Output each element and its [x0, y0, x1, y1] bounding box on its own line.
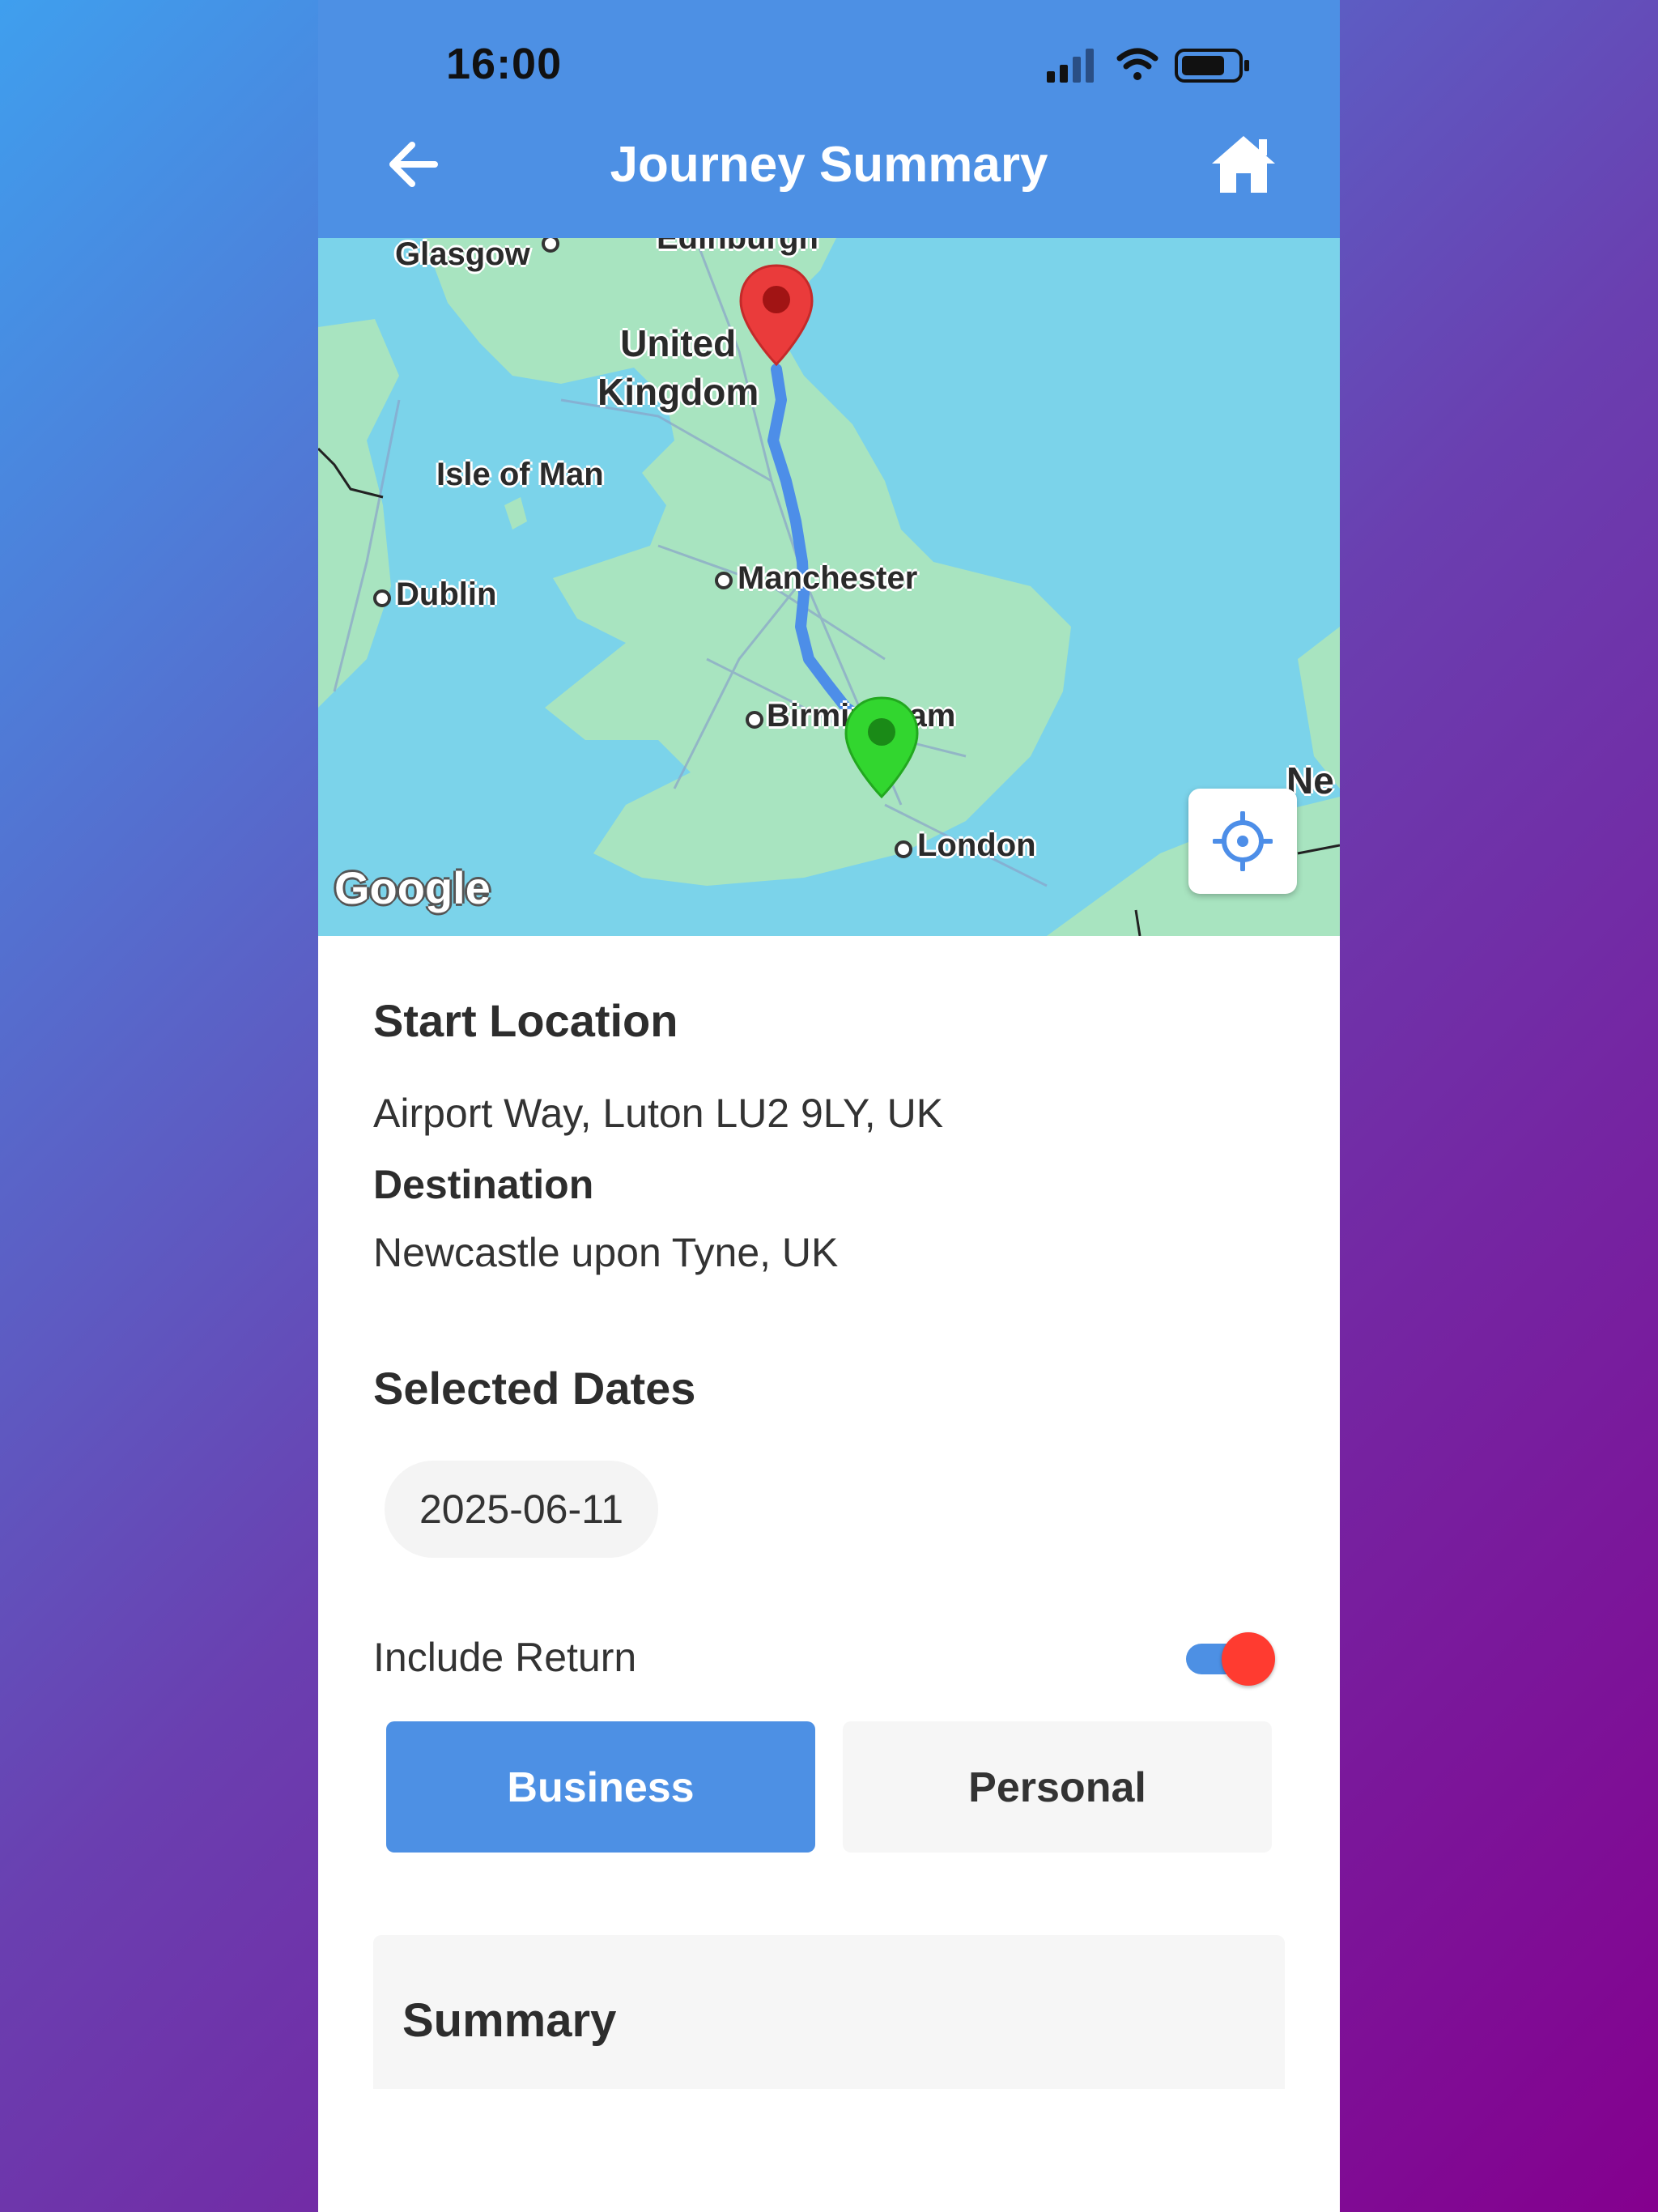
start-location-value: Airport Way, Luton LU2 9LY, UK: [373, 1091, 944, 1136]
signal-icon: [1047, 49, 1094, 83]
destination-pin-icon[interactable]: [738, 262, 815, 368]
personal-button[interactable]: Personal: [843, 1721, 1272, 1853]
destination-value: Newcastle upon Tyne, UK: [373, 1230, 839, 1275]
business-button[interactable]: Business: [386, 1721, 815, 1853]
summary-card: Summary: [373, 1935, 1285, 2089]
include-return-label: Include Return: [373, 1635, 637, 1680]
map-label-manchester: Manchester: [738, 560, 918, 596]
city-dot-birmingham: [746, 711, 763, 729]
selected-dates-heading: Selected Dates: [373, 1363, 696, 1414]
home-icon[interactable]: [1210, 133, 1277, 194]
destination-heading: Destination: [373, 1162, 594, 1207]
google-logo: Google: [334, 862, 491, 913]
phone-screen: 16:00 Journey Summary Glasgow Edinburgh …: [318, 0, 1340, 2212]
map-label-glasgow: Glasgow: [395, 238, 530, 272]
start-location-heading: Start Location: [373, 995, 678, 1046]
start-pin-icon[interactable]: [843, 695, 920, 800]
include-return-toggle[interactable]: [1186, 1632, 1275, 1686]
crosshair-icon: [1213, 811, 1273, 871]
city-dot-manchester: [715, 572, 733, 589]
toggle-knob: [1222, 1632, 1275, 1686]
wifi-icon: [1116, 48, 1158, 80]
map-label-isle-of-man: Isle of Man: [436, 457, 604, 492]
battery-icon: [1175, 49, 1249, 83]
map-label-edinburgh: Edinburgh: [657, 238, 818, 256]
my-location-button[interactable]: [1188, 789, 1297, 894]
map-label-uk: United Kingdom: [597, 322, 759, 413]
route-map[interactable]: Glasgow Edinburgh United Kingdom Isle of…: [318, 238, 1340, 936]
map-label-london: London: [917, 827, 1036, 863]
summary-heading: Summary: [402, 1994, 617, 2047]
top-app-bar: 16:00 Journey Summary: [318, 0, 1340, 238]
city-dot-london: [895, 840, 912, 858]
status-icons: [1047, 48, 1249, 83]
city-dot-dublin: [373, 589, 391, 607]
status-time: 16:00: [446, 40, 563, 88]
date-chip[interactable]: 2025-06-11: [385, 1461, 658, 1558]
map-label-dublin: Dublin: [396, 576, 497, 612]
page-title: Journey Summary: [610, 137, 1048, 193]
